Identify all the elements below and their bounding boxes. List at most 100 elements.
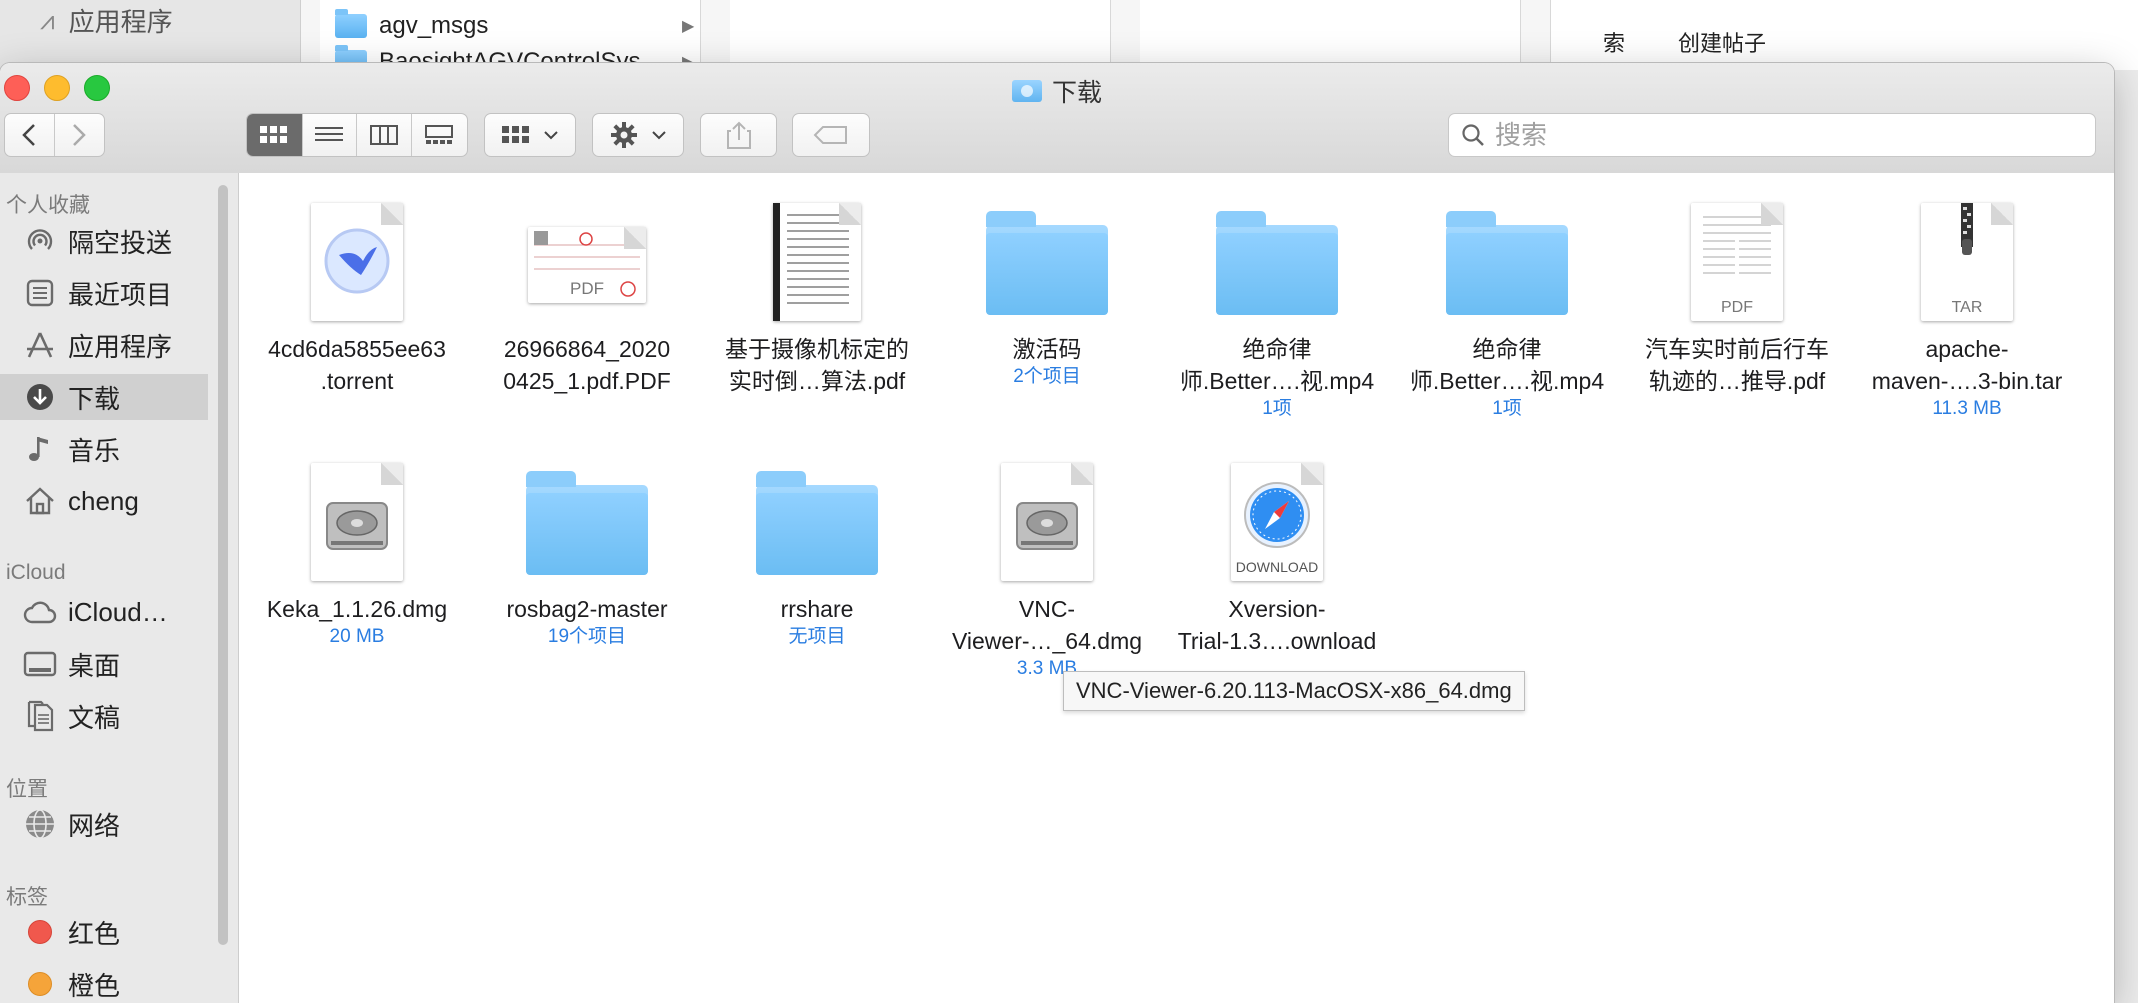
sidebar-item-downloads[interactable]: 下载 — [0, 374, 208, 420]
tar-archive-icon: TAR — [1921, 203, 2013, 321]
file-item-folder-video-2[interactable]: 绝命律 师.Better….视.mp4 1项 — [1392, 181, 1622, 421]
file-item-vnc-dmg[interactable]: VNC- Viewer-…_64.dmg 3.3 MB — [932, 441, 1162, 681]
disk-image-icon — [1001, 463, 1093, 581]
home-icon — [22, 485, 58, 517]
tags-button[interactable] — [792, 113, 870, 157]
group-by-button[interactable] — [484, 113, 576, 157]
network-icon — [22, 808, 58, 840]
sidebar-section-favorites: 个人收藏 — [6, 194, 90, 217]
sidebar-item-music[interactable]: 音乐 — [0, 426, 208, 472]
file-item-paper-pdf[interactable]: 基于摄像机标定的 实时倒…算法.pdf — [702, 181, 932, 397]
sidebar-section-locations: 位置 — [6, 778, 48, 801]
sidebar-item-applications[interactable]: 应用程序 — [0, 322, 208, 368]
view-mode-control — [246, 113, 468, 157]
file-item-folder-rrshare[interactable]: rrshare 无项目 — [702, 441, 932, 649]
file-item-folder-video-1[interactable]: 绝命律 师.Better….视.mp4 1项 — [1162, 181, 1392, 421]
gallery-view-button[interactable] — [412, 114, 467, 156]
recents-icon — [22, 277, 58, 309]
background-row: agv_msgs — [335, 9, 488, 40]
documents-icon — [22, 700, 58, 732]
file-item-folder-rosbag2[interactable]: rosbag2-master 19个项目 — [472, 441, 702, 649]
sidebar-item-documents[interactable]: 文稿 — [0, 693, 208, 739]
sidebar-item-home[interactable]: cheng — [0, 478, 208, 524]
folder-icon — [1216, 211, 1338, 315]
columns-icon — [369, 125, 398, 145]
background-window: ⩘ 应用程序 agv_msgs ▶ BaosightAGVControlSys … — [0, 0, 2138, 75]
sidebar: 个人收藏 隔空投送 最近项目 应用程序 下载 音乐 cheng iCloud i… — [0, 173, 239, 1003]
orange-tag-dot-icon — [28, 972, 52, 996]
sidebar-item-recents[interactable]: 最近项目 — [0, 270, 208, 316]
sidebar-item-tag-red[interactable]: 红色 — [0, 909, 208, 955]
chevron-down-icon — [652, 131, 666, 140]
downloads-icon — [22, 381, 58, 413]
folder-icon — [986, 211, 1108, 315]
file-grid: 4cd6da5855ee63 .torrent PDF 26966864_2020… — [239, 173, 2114, 1003]
disclosure-arrow-icon: ▶ — [682, 18, 695, 35]
back-button[interactable] — [5, 114, 55, 156]
folder-icon — [1446, 211, 1568, 315]
folder-icon — [335, 9, 367, 38]
list-icon — [315, 127, 344, 141]
background-browser: 索 创建帖子 — [1550, 0, 2138, 70]
toolbar: 下载 — [0, 63, 2114, 174]
background-column — [1140, 0, 1521, 70]
file-item-invoice-pdf[interactable]: PDF 26966864_2020 0425_1.pdf.PDF — [472, 181, 702, 397]
tag-icon — [813, 126, 847, 144]
list-view-button[interactable] — [303, 114, 357, 156]
search-input[interactable] — [1493, 118, 2057, 152]
file-item-xversion-download[interactable]: DOWNLOAD Xversion- Trial-1.3….ownload — [1162, 441, 1392, 657]
file-item-folder-activation[interactable]: 激活码 2个项目 — [932, 181, 1162, 389]
file-item-maven-tar[interactable]: TAR apache-maven-….3-bin.tar 11.3 MB — [1852, 181, 2082, 421]
pdf-invoice-icon: PDF — [528, 227, 646, 303]
sidebar-item-airdrop[interactable]: 隔空投送 — [0, 218, 208, 264]
gear-icon — [611, 122, 637, 148]
file-item-keka-dmg[interactable]: Keka_1.1.26.dmg 20 MB — [242, 441, 472, 649]
file-item-car-pdf[interactable]: PDF 汽车实时前后行车 轨迹的…推导.pdf — [1622, 181, 1852, 397]
music-icon — [22, 433, 58, 465]
group-grid-icon — [502, 126, 529, 143]
background-sidebar: ⩘ 应用程序 — [0, 0, 301, 70]
sidebar-item-icloud-drive[interactable]: iCloud… — [0, 589, 208, 635]
share-button[interactable] — [700, 113, 777, 157]
torrent-file-icon — [311, 203, 403, 321]
sidebar-item-network[interactable]: 网络 — [0, 801, 208, 847]
airdrop-icon — [22, 225, 58, 257]
action-button[interactable] — [592, 113, 684, 157]
disk-image-icon — [311, 463, 403, 581]
icon-grid-icon — [260, 126, 288, 143]
folder-icon — [756, 471, 878, 575]
folder-icon — [526, 471, 648, 575]
chevron-down-icon — [544, 131, 558, 140]
create-post-link[interactable]: 创建帖子 — [1678, 26, 1766, 58]
gallery-icon — [425, 125, 454, 144]
safari-download-icon: DOWNLOAD — [1231, 463, 1323, 581]
downloads-folder-icon — [1011, 80, 1042, 102]
desktop-icon — [22, 648, 58, 680]
sidebar-section-tags: 标签 — [6, 886, 48, 909]
window-title: 下载 — [0, 73, 2114, 109]
search-icon — [1462, 124, 1484, 146]
sidebar-section-icloud: iCloud — [6, 561, 66, 584]
sidebar-scrollbar[interactable] — [218, 185, 228, 945]
navigation-buttons — [4, 113, 105, 157]
column-view-button[interactable] — [357, 114, 412, 156]
finder-window: 下载 搜索 个人收藏 隔空投送 最近项目 应用程序 下载 音乐 cheng iC… — [0, 63, 2114, 1003]
share-icon — [726, 121, 751, 149]
search-field[interactable] — [1448, 113, 2096, 157]
pdf-file-icon: PDF — [1691, 203, 1783, 321]
applications-icon: ⩘ — [40, 4, 55, 35]
forward-button[interactable] — [55, 114, 105, 156]
pdf-document-icon — [773, 203, 861, 321]
chevron-left-icon — [22, 124, 36, 146]
background-sidebar-item: ⩘ 应用程序 — [40, 4, 173, 38]
sidebar-item-desktop[interactable]: 桌面 — [0, 641, 208, 687]
red-tag-dot-icon — [28, 920, 52, 944]
file-item-torrent[interactable]: 4cd6da5855ee63 .torrent — [242, 181, 472, 397]
chevron-right-icon — [73, 124, 87, 146]
background-column — [730, 0, 1111, 70]
sidebar-item-tag-orange[interactable]: 橙色 — [0, 961, 208, 1003]
icon-view-button[interactable] — [247, 114, 303, 156]
applications-icon — [22, 329, 58, 361]
filename-tooltip: VNC-Viewer-6.20.113-MacOSX-x86_64.dmg — [1063, 671, 1525, 711]
cloud-icon — [22, 596, 58, 628]
